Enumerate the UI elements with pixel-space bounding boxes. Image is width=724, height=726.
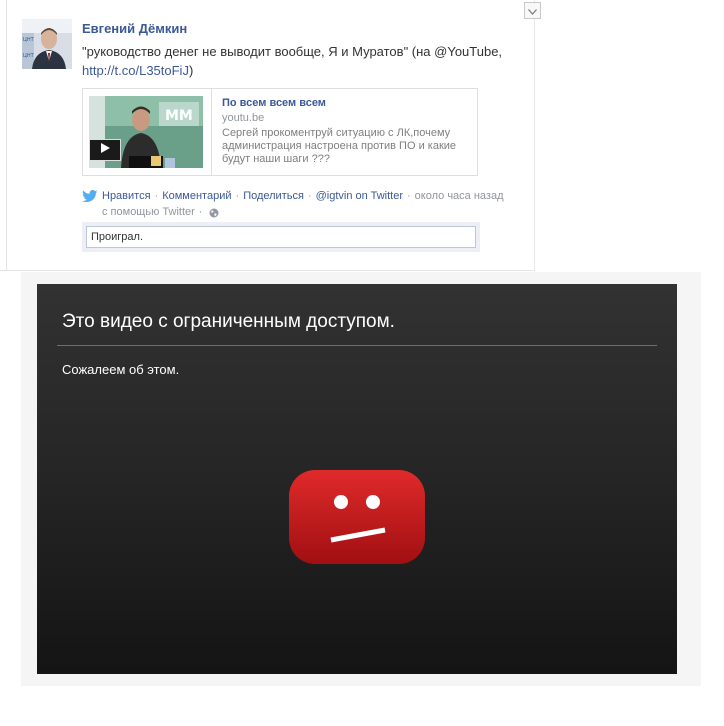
attachment-description: Сергей прокоментруй ситуацию с ЛК,почему…: [222, 127, 457, 165]
post-text: "руководство денег не выводит вообще, Я …: [82, 42, 522, 80]
twitter-bird-icon: [82, 190, 98, 202]
video-error-message: Сожалеем об этом.: [62, 362, 180, 377]
divider: [57, 345, 657, 346]
separator: ·: [307, 190, 312, 202]
attachment-domain: youtu.be: [222, 112, 265, 124]
svg-text:MM: MM: [165, 108, 193, 124]
sad-youtube-icon: [289, 470, 425, 564]
via-app: с помощью Twitter: [102, 206, 195, 218]
avatar[interactable]: ЦНТ ЦНТ: [22, 19, 72, 69]
chevron-down-icon: [528, 2, 537, 20]
play-icon: [99, 141, 111, 159]
video-error-title: Это видео с ограниченным доступом.: [62, 311, 395, 332]
post-link[interactable]: http://t.co/L35toFiJ: [82, 63, 189, 78]
post-author[interactable]: Евгений Дёмкин: [82, 21, 187, 36]
share-link[interactable]: Поделиться: [243, 188, 304, 204]
separator: ·: [235, 190, 240, 202]
video-thumbnail[interactable]: MM: [83, 89, 212, 175]
post-link-suffix: ): [188, 63, 194, 78]
like-link[interactable]: Нравится: [102, 188, 151, 204]
separator: ·: [198, 206, 203, 218]
facebook-post: ЦНТ ЦНТ Евгений Дёмкин "руководство дене…: [0, 0, 541, 271]
separator: ·: [154, 190, 159, 202]
post-menu-button[interactable]: [524, 2, 541, 19]
link-attachment[interactable]: MM По всем всем всем youtu.be Сергей про…: [82, 88, 478, 176]
divider: [6, 0, 7, 270]
post-timestamp[interactable]: около часа назад: [415, 188, 504, 204]
svg-text:ЦНТ: ЦНТ: [23, 53, 35, 59]
attachment-title[interactable]: По всем всем всем: [222, 97, 326, 109]
video-player[interactable]: Это видео с ограниченным доступом. Сожал…: [37, 284, 677, 674]
svg-text:ЦНТ: ЦНТ: [23, 37, 35, 43]
source-link[interactable]: @igtvin on Twitter: [316, 188, 403, 204]
post-message: "руководство денег не выводит вообще, Я …: [82, 44, 503, 59]
post-actions: Нравится · Комментарий · Поделиться · @i…: [82, 188, 512, 220]
play-button[interactable]: [89, 139, 121, 161]
globe-icon[interactable]: [209, 207, 219, 218]
comment-input[interactable]: [86, 226, 476, 248]
comment-composer: [82, 222, 480, 252]
separator: ·: [407, 190, 411, 202]
comment-link[interactable]: Комментарий: [162, 188, 231, 204]
